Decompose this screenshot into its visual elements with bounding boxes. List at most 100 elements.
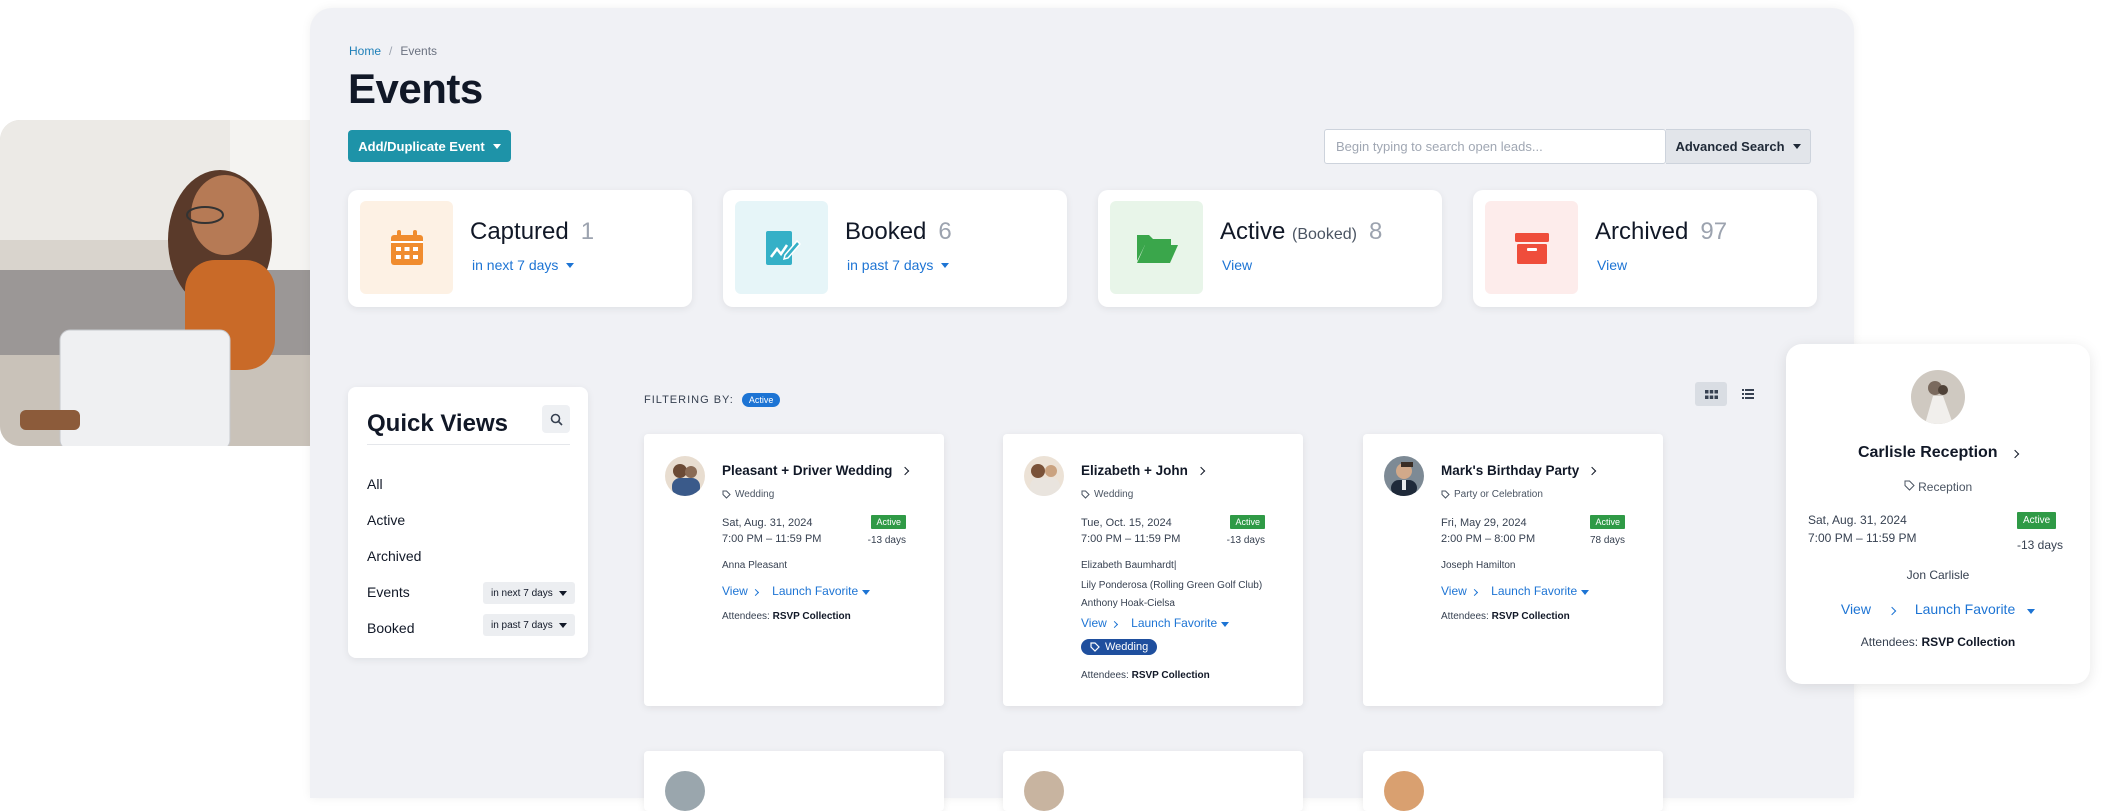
archive-box-icon — [1485, 201, 1578, 294]
add-duplicate-event-label: Add/Duplicate Event — [358, 138, 485, 154]
event-card — [1363, 751, 1663, 811]
event-days: -13 days — [1226, 535, 1265, 546]
filter-bar: FILTERING BY: Active — [644, 393, 781, 407]
event-card — [1003, 751, 1303, 811]
event-type: Wedding — [1081, 489, 1133, 500]
launch-favorite-dropdown[interactable]: Launch Favorite — [1915, 601, 2036, 617]
quick-view-active[interactable]: Active — [367, 512, 405, 528]
featured-event-title-link[interactable]: Carlisle Reception — [1786, 444, 2090, 462]
event-title-link[interactable]: Mark's Birthday Party — [1441, 463, 1597, 478]
featured-event-type-label: Reception — [1918, 480, 1973, 494]
stat-label: Active (Booked) 8 — [1220, 218, 1382, 246]
search-input[interactable] — [1324, 129, 1666, 164]
quick-views-search-button[interactable] — [542, 405, 570, 433]
avatar — [665, 456, 705, 496]
chevron-right-icon — [752, 588, 760, 597]
event-datetime: Tue, Oct. 15, 2024 7:00 PM – 11:59 PM — [1081, 515, 1180, 547]
featured-event-actions: View Launch Favorite — [1786, 601, 2090, 617]
event-contacts: Anna Pleasant — [722, 557, 787, 575]
grid-view-toggle[interactable] — [1695, 382, 1727, 406]
view-link[interactable]: View — [722, 584, 760, 598]
event-title-link[interactable]: Elizabeth + John — [1081, 463, 1206, 478]
launch-favorite-dropdown[interactable]: Launch Favorite — [1131, 616, 1229, 630]
filter-chip-active[interactable]: Active — [741, 393, 781, 407]
quick-view-events[interactable]: Events — [367, 584, 410, 600]
attendees-label: Attendees: — [722, 611, 770, 622]
quick-view-booked[interactable]: Booked — [367, 620, 414, 636]
avatar — [1384, 456, 1424, 496]
stat-link-label: View — [1597, 257, 1628, 273]
event-attendees: Attendees: RSVP Collection — [722, 611, 851, 622]
caret-down-icon — [861, 590, 870, 595]
attendees-label: Attendees: — [1081, 670, 1129, 681]
avatar — [1911, 370, 1965, 424]
contact-name: Jon Carlisle — [1906, 568, 1970, 582]
breadcrumb-home-link[interactable]: Home — [349, 44, 381, 58]
chevron-right-icon — [1471, 588, 1479, 597]
view-link[interactable]: View — [1081, 616, 1119, 630]
view-link[interactable]: View — [1840, 601, 1897, 617]
divider — [367, 444, 570, 445]
event-date: Sat, Aug. 31, 2024 — [722, 517, 813, 529]
view-link[interactable]: View — [1441, 584, 1479, 598]
tag-icon — [1090, 642, 1100, 652]
stat-view-link[interactable]: View — [1597, 257, 1627, 273]
quick-view-all[interactable]: All — [367, 476, 383, 492]
event-title-link[interactable]: Pleasant + Driver Wedding — [722, 463, 910, 478]
avatar — [1024, 771, 1064, 811]
add-duplicate-event-button[interactable]: Add/Duplicate Event — [348, 130, 511, 162]
stat-title: Active — [1220, 218, 1286, 245]
calendar-icon — [360, 201, 453, 294]
event-attendees: Attendees: RSVP Collection — [1441, 611, 1570, 622]
view-label: View — [1840, 601, 1871, 617]
status-badge: Active — [1590, 515, 1625, 529]
chevron-right-icon — [901, 466, 910, 475]
event-card: Elizabeth + John Wedding Tue, Oct. 15, 2… — [1003, 434, 1303, 706]
featured-event-title: Carlisle Reception — [1857, 444, 1998, 461]
chevron-right-icon — [1111, 620, 1119, 629]
app-panel: Home / Events Events Add/Duplicate Event A… — [310, 8, 1854, 811]
contact-name: Elizabeth Baumhardt| — [1081, 560, 1177, 571]
event-actions: View Launch Favorite — [722, 584, 870, 598]
chevron-right-icon — [1887, 606, 1897, 616]
quick-view-booked-period-dropdown[interactable]: in past 7 days — [483, 614, 575, 636]
event-time: 7:00 PM – 11:59 PM — [1808, 531, 1917, 545]
launch-favorite-label: Launch Favorite — [1491, 584, 1578, 598]
status-badge: Active — [2017, 512, 2057, 529]
tag-icon — [722, 490, 731, 499]
event-datetime: Sat, Aug. 31, 2024 7:00 PM – 11:59 PM — [722, 515, 821, 547]
attendees-value: RSVP Collection — [1921, 635, 2016, 649]
stat-view-link[interactable]: View — [1222, 257, 1252, 273]
tag-icon — [1081, 490, 1090, 499]
event-card: Pleasant + Driver Wedding Wedding Sat, A… — [644, 434, 944, 706]
tag-icon — [1904, 480, 1915, 491]
advanced-search-button[interactable]: Advanced Search — [1666, 129, 1811, 164]
event-date: Sat, Aug. 31, 2024 — [1808, 513, 1907, 527]
stat-count: 8 — [1368, 218, 1383, 245]
event-title: Elizabeth + John — [1081, 463, 1188, 478]
quick-view-archived[interactable]: Archived — [367, 548, 421, 564]
breadcrumb-current: Events — [400, 44, 438, 58]
event-title: Mark's Birthday Party — [1441, 463, 1580, 478]
status-badge: Active — [1230, 515, 1265, 529]
stat-card-archived: Archived 97 View — [1473, 190, 1817, 307]
chevron-right-icon — [2010, 449, 2020, 459]
stat-period-dropdown[interactable]: in next 7 days — [472, 257, 575, 273]
edit-document-icon — [735, 201, 828, 294]
stat-period-dropdown[interactable]: in past 7 days — [847, 257, 950, 273]
page-title: Events — [348, 65, 483, 112]
quick-view-events-period-dropdown[interactable]: in next 7 days — [483, 582, 575, 604]
view-label: View — [1441, 584, 1467, 598]
event-date: Tue, Oct. 15, 2024 — [1081, 517, 1172, 529]
stat-link-label: in past 7 days — [847, 257, 934, 273]
launch-favorite-dropdown[interactable]: Launch Favorite — [772, 584, 870, 598]
caret-down-icon — [1220, 622, 1229, 627]
event-title: Pleasant + Driver Wedding — [722, 463, 893, 478]
launch-favorite-dropdown[interactable]: Launch Favorite — [1491, 584, 1589, 598]
attendees-value: RSVP Collection — [1131, 670, 1210, 681]
stat-link-label: View — [1222, 257, 1253, 273]
event-tag[interactable]: Wedding — [1081, 639, 1158, 655]
stat-card-booked: Booked 6 in past 7 days — [723, 190, 1067, 307]
list-view-toggle[interactable] — [1735, 382, 1761, 406]
contact-name: Joseph Hamilton — [1441, 560, 1516, 571]
